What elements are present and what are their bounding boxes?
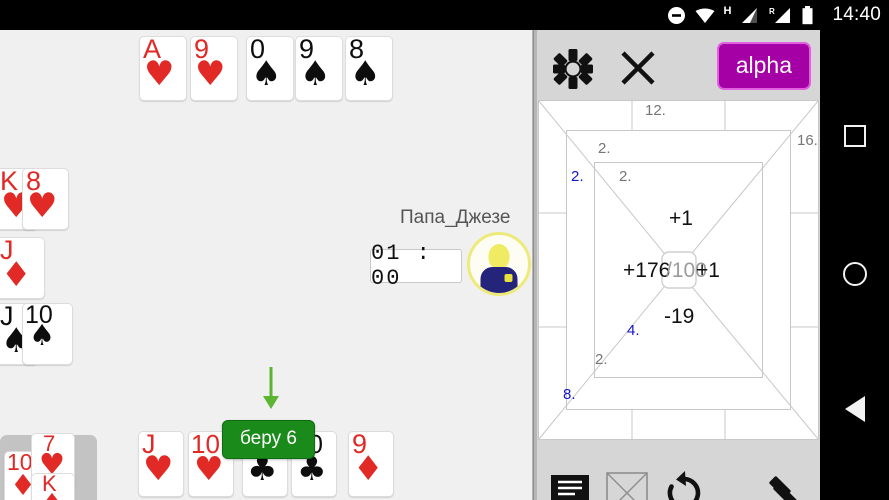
android-nav-bar <box>820 30 889 500</box>
score-top: +1 <box>669 207 693 230</box>
card-jack-diamonds[interactable]: J ♦ <box>0 237 45 299</box>
undo-icon[interactable] <box>662 470 706 500</box>
card-10-spades-left[interactable]: 10 ♠ <box>22 303 73 365</box>
score-sheet[interactable]: 12. 16. 2. 2. 2. 4. 2. 8. +1 +176 /100 +… <box>538 100 819 440</box>
score-right: +1 <box>696 259 720 282</box>
card-suit-heart-icon: ♥ <box>144 54 175 94</box>
gavel-icon[interactable] <box>765 471 809 500</box>
recents-button[interactable] <box>843 125 866 147</box>
sheet-mark-2c: 2. <box>619 168 632 185</box>
chat-icon[interactable] <box>549 472 591 500</box>
sheet-mark-2d: 2. <box>595 351 608 368</box>
card-suit-heart-icon: ♥ <box>195 54 226 94</box>
card-suit-spade-icon: ♠ <box>350 54 381 94</box>
card-suit-diamond-icon: ♦ <box>1 255 32 295</box>
card-9-spades[interactable]: 9 ♠ <box>295 36 343 101</box>
status-icons: H R 14:40 <box>667 4 882 26</box>
card-suit-spade-icon: ♠ <box>300 54 331 94</box>
game-board: A ♥ 9 ♥ 0 ♠ 9 ♠ 8 ♠ K ♥ 8 ♥ J ♦ J ♠ 10 ♠… <box>0 30 532 500</box>
dnd-icon <box>667 6 685 24</box>
back-button[interactable] <box>844 396 865 422</box>
card-8-spades[interactable]: 8 ♠ <box>345 36 393 101</box>
card-8-hearts[interactable]: 8 ♥ <box>22 168 69 230</box>
network-type-label: H <box>723 5 732 17</box>
sheet-mark-2a: 2. <box>598 140 611 157</box>
close-x-icon[interactable] <box>615 45 661 91</box>
card-suit-heart-icon: ♥ <box>194 449 224 488</box>
card-suit-heart-icon: ♥ <box>27 186 58 226</box>
score-panel: alpha 12. 16. 2. 2. 2. 4. 2. 8. +1 +176 … <box>537 30 820 500</box>
card-9-diamonds-hand[interactable]: 9 ♦ <box>348 431 394 497</box>
sheet-mark-16: 16. <box>797 132 818 149</box>
down-arrow-icon <box>263 367 279 409</box>
turn-timer: 01 : 00 <box>370 241 462 291</box>
panel-toolbar <box>537 458 820 500</box>
card-suit-spade-icon: ♠ <box>29 318 55 352</box>
sheet-mark-12: 12. <box>645 102 666 119</box>
card-jack-hearts-hand[interactable]: J ♥ <box>138 431 184 497</box>
sheet-mark-2b: 2. <box>571 168 584 185</box>
card-suit-heart-icon: ♥ <box>143 449 174 489</box>
card-suit-diamond-icon: ♦ <box>353 449 384 489</box>
signal-bar-icon <box>742 7 758 23</box>
alpha-button[interactable]: alpha <box>716 42 811 90</box>
home-button[interactable] <box>842 262 867 286</box>
battery-icon <box>802 5 813 24</box>
take-cards-button[interactable]: беру 6 <box>222 420 315 459</box>
avatar-head-icon <box>488 244 510 269</box>
sheet-mark-4: 4. <box>627 322 640 339</box>
avatar-body-icon <box>480 267 518 293</box>
score-left: +176 <box>623 259 671 282</box>
panel-header: alpha <box>537 30 820 100</box>
card-ace-hearts[interactable]: A ♥ <box>139 36 187 101</box>
discard-stack-panel[interactable]: 10 ♦ 7 ♥ K ♦ <box>0 433 97 500</box>
svg-text:R: R <box>769 7 775 16</box>
card-suit-spade-icon: ♠ <box>251 54 282 94</box>
sheet-mark-8: 8. <box>563 386 576 403</box>
broken-image-icon[interactable] <box>605 471 649 500</box>
card-king-diamonds-stack[interactable]: K ♦ <box>31 473 75 500</box>
status-clock: 14:40 <box>832 4 881 25</box>
status-bar: H R 14:40 <box>0 0 889 30</box>
phone-screen: H R 14:40 A ♥ 9 ♥ 0 ♠ 9 ♠ 8 ♠ K ♥ 8 ♥ J … <box>0 0 889 500</box>
score-bottom: -19 <box>664 305 695 328</box>
avatar-badge-icon <box>504 274 513 282</box>
gear-icon[interactable] <box>549 45 597 93</box>
opponent-name-label: Папа_Джезе <box>400 207 511 228</box>
wifi-icon <box>695 8 714 23</box>
card-10-spades[interactable]: 0 ♠ <box>246 36 294 101</box>
card-suit-diamond-icon: ♦ <box>39 490 65 500</box>
card-9-hearts[interactable]: 9 ♥ <box>190 36 238 101</box>
opponent-avatar[interactable] <box>467 232 531 296</box>
signal-roaming-icon: R <box>769 7 791 23</box>
